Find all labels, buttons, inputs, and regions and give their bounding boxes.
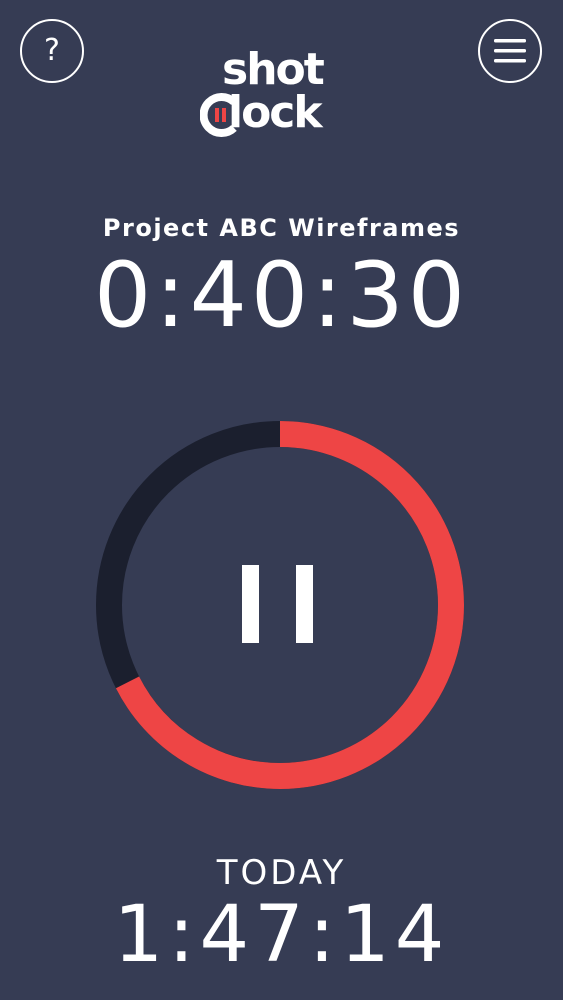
logo-text-clock: lock bbox=[228, 87, 323, 138]
today-total-time: 1:47:14 bbox=[113, 890, 450, 980]
shotclock-logo: shot lock bbox=[198, 48, 368, 148]
pause-icon-bar-left bbox=[242, 565, 259, 643]
today-label: TODAY bbox=[216, 853, 347, 893]
logo-text-shot: shot bbox=[222, 44, 325, 95]
pause-icon-bar-right bbox=[296, 565, 313, 643]
hamburger-menu-icon bbox=[494, 39, 526, 63]
project-name: Project ABC Wireframes bbox=[102, 214, 461, 242]
timer-screen: ? shot lock Project ABC Wireframes 0:40:… bbox=[0, 0, 563, 1000]
pause-button[interactable] bbox=[168, 493, 392, 717]
menu-button[interactable] bbox=[478, 19, 542, 83]
question-mark-icon: ? bbox=[44, 33, 60, 68]
session-elapsed-time: 0:40:30 bbox=[94, 243, 469, 348]
help-button[interactable]: ? bbox=[20, 19, 84, 83]
